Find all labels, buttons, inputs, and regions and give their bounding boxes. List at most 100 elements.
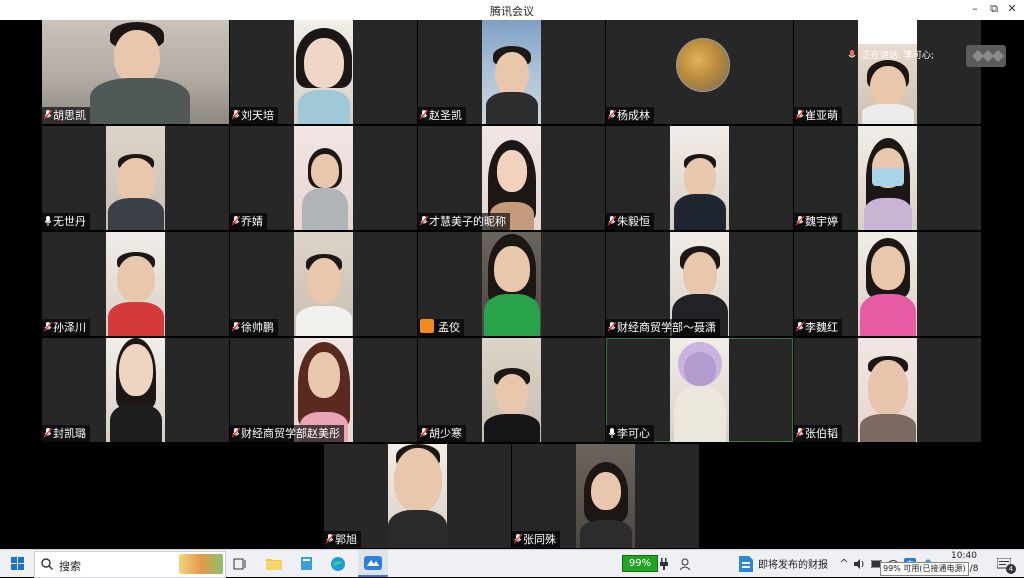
participant-video bbox=[106, 338, 165, 442]
participant-video bbox=[482, 20, 541, 124]
people-icon[interactable] bbox=[678, 550, 694, 577]
participant-video bbox=[294, 232, 353, 336]
participant-name-label: 胡思凯 bbox=[42, 107, 90, 124]
grid-view-icon bbox=[972, 50, 1004, 62]
participant-name-label: 朱毅恒 bbox=[606, 213, 654, 230]
speaker-icon bbox=[848, 49, 856, 58]
mic-icon bbox=[608, 428, 616, 438]
user-icon bbox=[420, 319, 434, 333]
participant-tile-active-speaker[interactable]: 李可心 bbox=[606, 338, 793, 442]
search-highlight-image bbox=[179, 554, 223, 574]
taskbar-search[interactable]: 搜索 bbox=[34, 551, 226, 578]
participant-tile[interactable]: 杨成林 bbox=[606, 20, 793, 124]
participant-name-label: 李魏红 bbox=[794, 319, 842, 336]
participant-video bbox=[294, 20, 353, 124]
participant-tile[interactable]: 孙泽川 bbox=[42, 232, 229, 336]
mic-muted-icon bbox=[514, 534, 522, 544]
participant-name-label: 杨成林 bbox=[606, 107, 654, 124]
participant-avatar bbox=[676, 38, 730, 92]
mic-muted-icon bbox=[796, 216, 804, 226]
mic-muted-icon bbox=[232, 322, 240, 332]
task-view-icon bbox=[233, 558, 246, 569]
participant-tile[interactable]: 胡少寒 bbox=[418, 338, 605, 442]
tencent-meeting-taskbar-button[interactable] bbox=[358, 550, 388, 577]
participant-name-label: 孟佼 bbox=[418, 319, 464, 336]
participant-video bbox=[670, 338, 729, 442]
participant-name-label: 郭旭 bbox=[324, 531, 361, 548]
restore-button[interactable]: ⧉ bbox=[984, 2, 1004, 16]
participant-video bbox=[858, 20, 917, 124]
participant-tile[interactable]: 无世丹 bbox=[42, 126, 229, 230]
participant-video bbox=[294, 126, 353, 230]
window-title: 腾讯会议 bbox=[490, 5, 534, 18]
battery-indicator[interactable]: 99% bbox=[622, 555, 658, 572]
windows-taskbar: 搜索 99% 即将发布的财报 ^ 中 10:40 2/8 bbox=[0, 549, 1024, 578]
participant-tile[interactable]: 魏宇婷 bbox=[794, 126, 981, 230]
participant-tile[interactable]: 才慧美子的昵称 bbox=[418, 126, 605, 230]
close-button[interactable]: ✕ bbox=[1002, 2, 1022, 15]
participant-video bbox=[106, 126, 165, 230]
participant-name-label: 无世丹 bbox=[42, 213, 90, 230]
participant-name-label: 乔婧 bbox=[230, 213, 267, 230]
battery-tooltip: 99% 可用(已接通电源) bbox=[880, 562, 969, 576]
participant-video bbox=[482, 338, 541, 442]
participant-tile[interactable]: 封凯璐 bbox=[42, 338, 229, 442]
plug-icon bbox=[658, 550, 670, 577]
participant-name-label: 张伯韬 bbox=[794, 425, 842, 442]
edge-browser-button[interactable] bbox=[326, 550, 350, 577]
participant-tile[interactable]: 朱毅恒 bbox=[606, 126, 793, 230]
participant-video bbox=[670, 126, 729, 230]
view-toggle-button[interactable] bbox=[966, 45, 1006, 67]
participant-name-label: 财经商贸学部赵美彤 bbox=[230, 425, 344, 442]
title-bar: 腾讯会议 – ⧉ ✕ bbox=[0, 0, 1024, 20]
news-widget-text[interactable]: 即将发布的财报 bbox=[758, 550, 836, 577]
participant-tile[interactable]: 胡思凯 bbox=[42, 20, 229, 124]
participant-video bbox=[858, 338, 917, 442]
participant-tile[interactable]: 赵圣凯 bbox=[418, 20, 605, 124]
start-button[interactable] bbox=[4, 550, 30, 577]
participant-tile[interactable]: 李魏红 bbox=[794, 232, 981, 336]
participant-tile[interactable]: 财经商贸学部～聂潇 bbox=[606, 232, 793, 336]
chevron-up-icon[interactable]: ^ bbox=[838, 550, 850, 577]
participant-tile[interactable]: 刘天培 bbox=[230, 20, 417, 124]
task-view-button[interactable] bbox=[228, 550, 252, 577]
participant-name-label: 赵圣凯 bbox=[418, 107, 466, 124]
participant-video bbox=[576, 444, 635, 548]
participant-name-label: 胡少寒 bbox=[418, 425, 466, 442]
participant-tile[interactable]: 张伯韬 bbox=[794, 338, 981, 442]
participant-video bbox=[482, 232, 541, 336]
participant-tile[interactable]: 郭旭 bbox=[324, 444, 511, 548]
video-grid: 胡思凯 刘天培 赵圣凯 杨成林 崔亚萌 无世丹 乔婧 才慧美子的昵称 朱毅恒 魏… bbox=[0, 20, 1024, 549]
mic-muted-icon bbox=[796, 428, 804, 438]
participant-tile[interactable]: 张同殊 bbox=[512, 444, 699, 548]
mic-muted-icon bbox=[796, 110, 804, 120]
minimize-button[interactable]: – bbox=[965, 2, 985, 15]
participant-tile[interactable]: 乔婧 bbox=[230, 126, 417, 230]
app-button[interactable] bbox=[294, 550, 318, 577]
mic-muted-icon bbox=[44, 110, 52, 120]
participant-name-label: 魏宇婷 bbox=[794, 213, 842, 230]
mic-muted-icon bbox=[420, 110, 428, 120]
participant-video bbox=[388, 444, 447, 548]
participant-tile[interactable]: 财经商贸学部赵美彤 bbox=[230, 338, 417, 442]
speaking-indicator: 正在讲话: 李可心; bbox=[848, 48, 934, 64]
participant-name-label: 徐帅鹏 bbox=[230, 319, 278, 336]
mic-muted-icon bbox=[608, 216, 616, 226]
participant-tile[interactable]: 崔亚萌 bbox=[794, 20, 981, 124]
participant-tile[interactable]: 孟佼 bbox=[418, 232, 605, 336]
notification-center-button[interactable]: 4 bbox=[994, 550, 1016, 577]
participant-tile[interactable]: 徐帅鹏 bbox=[230, 232, 417, 336]
participant-name-label: 刘天培 bbox=[230, 107, 278, 124]
participant-name-label: 崔亚萌 bbox=[794, 107, 842, 124]
participant-video bbox=[858, 126, 917, 230]
news-widget-icon[interactable] bbox=[736, 550, 756, 577]
tencent-meeting-icon bbox=[364, 555, 382, 570]
mic-muted-icon bbox=[420, 428, 428, 438]
windows-icon bbox=[10, 557, 24, 570]
mic-muted-icon bbox=[326, 534, 334, 544]
participant-name-label: 李可心 bbox=[606, 425, 654, 442]
volume-icon[interactable] bbox=[852, 550, 868, 577]
file-explorer-button[interactable] bbox=[262, 550, 286, 577]
participant-name-label: 才慧美子的昵称 bbox=[418, 213, 510, 230]
edge-icon bbox=[331, 556, 345, 571]
